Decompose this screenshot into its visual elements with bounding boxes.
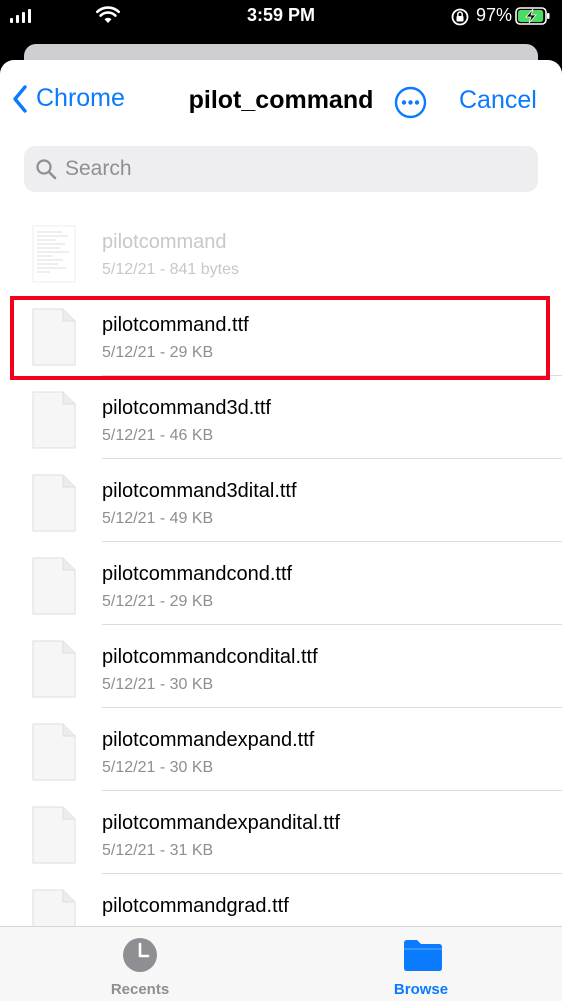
file-row-pilotcommandcond-ttf[interactable]: pilotcommandcond.ttf 5/12/21 - 29 KB xyxy=(0,542,562,625)
file-meta: 5/12/21 - 30 KB xyxy=(102,676,214,693)
file-row-pilotcommand: pilotcommand 5/12/21 - 841 bytes xyxy=(0,210,562,293)
search-bar[interactable] xyxy=(24,146,538,192)
text-document-icon xyxy=(32,225,76,283)
tab-recents[interactable]: Recents xyxy=(70,927,210,1001)
blank-document-icon xyxy=(32,391,76,449)
cancel-button[interactable]: Cancel xyxy=(459,86,537,115)
blank-document-icon xyxy=(32,557,76,615)
file-picker-sheet: Chrome pilot_command Cancel Search pilot… xyxy=(0,60,562,1000)
blank-document-icon xyxy=(32,474,76,532)
file-row-pilotcommandcondital-ttf[interactable]: pilotcommandcondital.ttf 5/12/21 - 30 KB xyxy=(0,625,562,708)
magnifier-icon xyxy=(36,159,57,180)
file-meta: 5/12/21 - 29 KB xyxy=(102,344,214,361)
file-list: pilotcommand 5/12/21 - 841 bytes pilotco… xyxy=(0,210,562,957)
file-name: pilotcommandexpandital.ttf xyxy=(102,812,340,834)
clock-icon xyxy=(123,938,157,972)
blank-document-icon xyxy=(32,640,76,698)
blank-document-icon xyxy=(32,308,76,366)
file-name: pilotcommandcond.ttf xyxy=(102,563,293,585)
file-row-pilotcommand3dital-ttf[interactable]: pilotcommand3dital.ttf 5/12/21 - 49 KB xyxy=(0,459,562,542)
battery-charging-icon xyxy=(515,7,550,25)
blank-document-icon xyxy=(32,806,76,864)
back-button[interactable]: Chrome xyxy=(12,84,125,113)
file-name: pilotcommand3dital.ttf xyxy=(102,480,297,502)
search-input[interactable] xyxy=(65,157,495,181)
file-meta: 5/12/21 - 30 KB xyxy=(102,759,214,776)
tab-label: Browse xyxy=(393,981,449,998)
status-bar: 3:59 PM 97% xyxy=(0,0,562,34)
battery-percent: 97% xyxy=(476,5,513,25)
file-name: pilotcommand3d.ttf xyxy=(102,397,271,419)
file-row-pilotcommand-ttf[interactable]: pilotcommand.ttf 5/12/21 - 29 KB xyxy=(0,293,562,376)
ellipsis-circle-icon[interactable] xyxy=(394,86,427,119)
file-name: pilotcommandcondital.ttf xyxy=(102,646,318,668)
file-name: pilotcommand xyxy=(102,231,227,253)
tab-browse[interactable]: Browse xyxy=(351,927,491,1001)
file-meta: 5/12/21 - 46 KB xyxy=(102,427,214,444)
tab-label: Recents xyxy=(110,981,170,998)
file-name: pilotcommandexpand.ttf xyxy=(102,729,315,751)
blank-document-icon xyxy=(32,723,76,781)
file-row-pilotcommandexpand-ttf[interactable]: pilotcommandexpand.ttf 5/12/21 - 30 KB xyxy=(0,708,562,791)
file-meta: 5/12/21 - 31 KB xyxy=(102,842,214,859)
navigation-bar: Chrome pilot_command Cancel xyxy=(0,60,562,144)
folder-icon xyxy=(404,940,442,971)
chevron-left-icon xyxy=(13,84,27,113)
tab-bar: Recents Browse xyxy=(0,926,562,1001)
file-name: pilotcommand.ttf xyxy=(102,314,249,336)
file-meta: 5/12/21 - 29 KB xyxy=(102,593,214,610)
file-meta: 5/12/21 - 49 KB xyxy=(102,510,214,527)
back-button-label: Chrome xyxy=(36,84,125,112)
file-meta: 5/12/21 - 841 bytes xyxy=(102,261,239,278)
file-row-pilotcommandexpandital-ttf[interactable]: pilotcommandexpandital.ttf 5/12/21 - 31 … xyxy=(0,791,562,874)
orientation-lock-icon xyxy=(451,8,469,26)
file-name: pilotcommandgrad.ttf xyxy=(102,895,289,917)
file-row-pilotcommand3d-ttf[interactable]: pilotcommand3d.ttf 5/12/21 - 46 KB xyxy=(0,376,562,459)
